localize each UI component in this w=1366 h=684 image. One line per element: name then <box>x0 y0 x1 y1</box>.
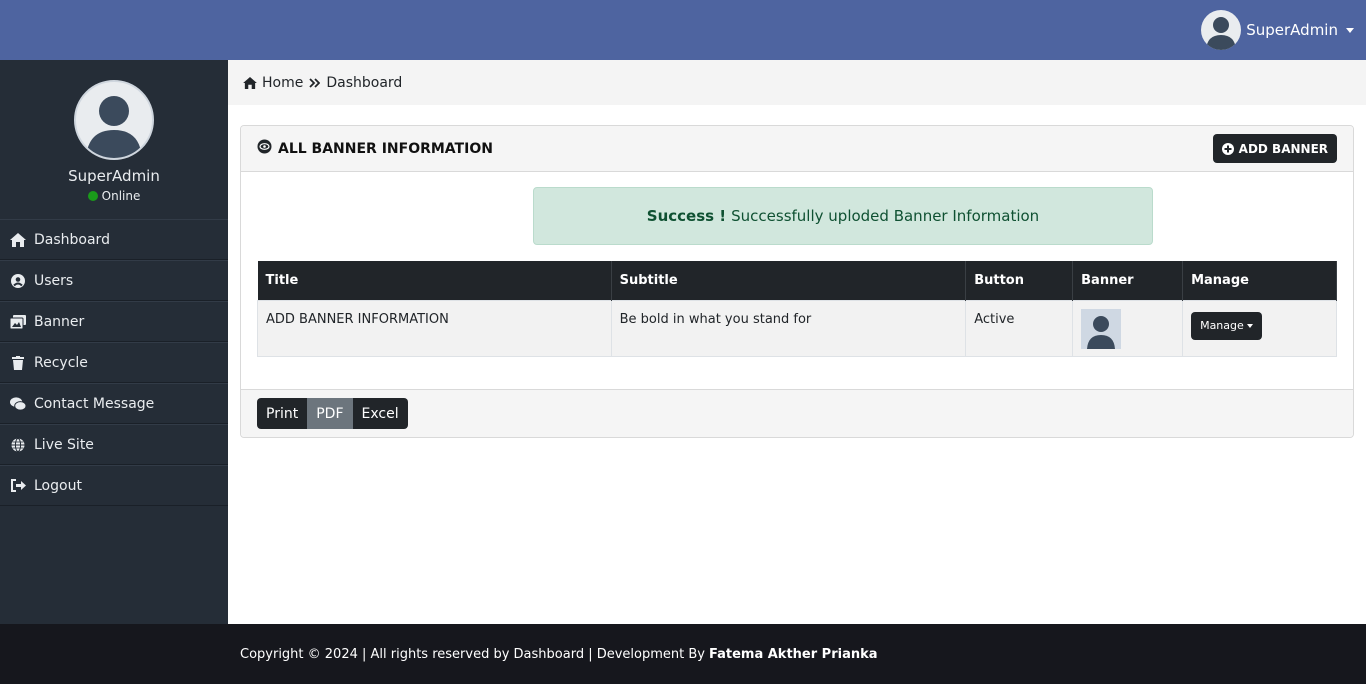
sidebar-item-users[interactable]: Users <box>0 260 228 301</box>
user-menu-dropdown[interactable]: SuperAdmin <box>1201 9 1354 51</box>
plus-circle-icon <box>1221 142 1234 155</box>
sidebar-item-label: Recycle <box>34 354 88 371</box>
profile-status: Online <box>0 189 228 203</box>
column-header-banner: Banner <box>1072 261 1184 300</box>
banner-table: Title Subtitle Button Banner Manage ADD … <box>257 261 1337 357</box>
sidebar-item-banner[interactable]: Banner <box>0 301 228 342</box>
banner-thumbnail <box>1081 308 1122 349</box>
user-circle-icon <box>10 273 26 289</box>
breadcrumb: Home Dashboard <box>228 60 1366 105</box>
alert-strong: Success ! <box>646 207 727 225</box>
success-alert: Success ! Successfully uploded Banner In… <box>533 187 1153 245</box>
double-chevron-right-icon <box>309 77 321 88</box>
sidebar-item-label: Contact Message <box>34 395 155 412</box>
card-footer: Print PDF Excel <box>241 389 1353 437</box>
chevron-down-icon <box>1346 27 1354 33</box>
sidebar-item-logout[interactable]: Logout <box>0 465 228 506</box>
manage-dropdown-button[interactable]: Manage <box>1191 311 1262 340</box>
add-banner-label: ADD BANNER <box>1238 141 1328 156</box>
manage-label: Manage <box>1200 319 1244 332</box>
pdf-button[interactable]: PDF <box>307 398 353 429</box>
alert-message: Successfully uploded Banner Information <box>731 207 1040 225</box>
sidebar-item-contact-message[interactable]: Contact Message <box>0 383 228 424</box>
column-header-manage: Manage <box>1182 261 1337 300</box>
sidebar-item-label: Banner <box>34 313 85 330</box>
add-banner-button[interactable]: ADD BANNER <box>1212 134 1337 163</box>
breadcrumb-current: Dashboard <box>326 74 403 91</box>
export-button-group: Print PDF Excel <box>257 398 408 429</box>
eye-slash-icon <box>257 139 272 158</box>
trash-icon <box>10 355 26 371</box>
table-header-row: Title Subtitle Button Banner Manage <box>257 261 1337 300</box>
column-header-button: Button <box>965 261 1074 300</box>
status-label: Online <box>101 189 141 203</box>
card-header: ALL BANNER INFORMATION ADD BANNER <box>241 126 1353 172</box>
column-header-subtitle: Subtitle <box>611 261 967 300</box>
banner-card: ALL BANNER INFORMATION ADD BANNER Succes… <box>240 125 1354 438</box>
user-avatar-icon <box>1201 10 1242 50</box>
cell-subtitle: Be bold in what you stand for <box>610 299 967 357</box>
sidebar-menu: Dashboard Users Banner Recycle Contact M… <box>0 219 228 506</box>
column-header-title: Title <box>257 261 612 300</box>
cell-manage: Manage <box>1182 299 1337 357</box>
globe-icon <box>10 437 26 453</box>
sidebar-item-label: Users <box>34 272 74 289</box>
home-icon <box>243 76 257 89</box>
top-navbar: SuperAdmin <box>0 0 1366 60</box>
excel-button[interactable]: Excel <box>352 398 408 429</box>
footer-copyright: Copyright © 2024 | All rights reserved b… <box>240 646 705 662</box>
cell-banner <box>1072 299 1184 357</box>
home-icon <box>10 232 26 248</box>
sidebar-item-label: Live Site <box>34 436 94 453</box>
sidebar-item-label: Logout <box>34 477 82 494</box>
footer-author: Fatema Akther Prianka <box>708 646 878 662</box>
sign-out-icon <box>10 478 26 494</box>
cell-button-status: Active <box>965 299 1074 357</box>
profile-avatar-icon <box>74 80 154 160</box>
table-row: ADD BANNER INFORMATION Be bold in what y… <box>257 299 1337 357</box>
sidebar-item-dashboard[interactable]: Dashboard <box>0 219 228 260</box>
chevron-down-icon <box>1246 323 1253 328</box>
cell-title: ADD BANNER INFORMATION <box>257 299 612 357</box>
card-title: ALL BANNER INFORMATION <box>278 140 493 157</box>
sidebar-item-live-site[interactable]: Live Site <box>0 424 228 465</box>
sidebar-item-recycle[interactable]: Recycle <box>0 342 228 383</box>
sidebar-item-label: Dashboard <box>34 231 110 248</box>
page-footer: Copyright © 2024 | All rights reserved b… <box>0 624 1366 684</box>
profile-name: SuperAdmin <box>68 167 160 185</box>
user-name: SuperAdmin <box>1246 21 1338 39</box>
print-button[interactable]: Print <box>257 398 308 429</box>
breadcrumb-home-link[interactable]: Home <box>262 75 303 91</box>
online-dot-icon <box>87 191 98 201</box>
images-icon <box>10 314 26 330</box>
sidebar-profile: SuperAdmin Online <box>0 60 228 220</box>
sidebar: SuperAdmin Online Dashboard Users Banner… <box>0 60 228 624</box>
comments-icon <box>10 396 26 412</box>
